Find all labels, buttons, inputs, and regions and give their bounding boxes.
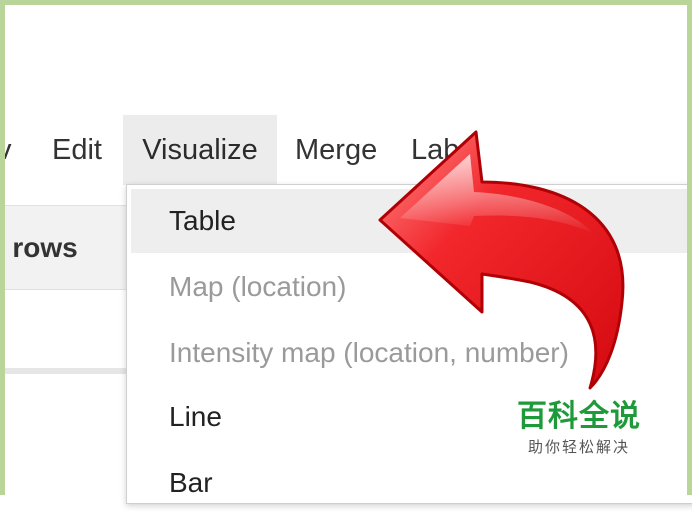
menu-view[interactable]: v — [0, 115, 12, 185]
watermark-subtitle: 助你轻松解决 — [527, 438, 630, 456]
menu-option-bar[interactable]: Bar — [131, 451, 691, 515]
menu-merge[interactable]: Merge — [295, 115, 377, 185]
menu-visualize[interactable]: Visualize — [123, 115, 277, 185]
menu-edit[interactable]: Edit — [52, 115, 102, 185]
watermark: 百科全说 助你轻松解决 — [512, 398, 646, 458]
toolbar-strip: ll rows — [0, 205, 127, 290]
divider — [5, 368, 127, 374]
curved-arrow-icon — [378, 130, 625, 390]
all-rows-label[interactable]: ll rows — [0, 206, 78, 289]
watermark-title: 百科全说 — [517, 399, 641, 434]
